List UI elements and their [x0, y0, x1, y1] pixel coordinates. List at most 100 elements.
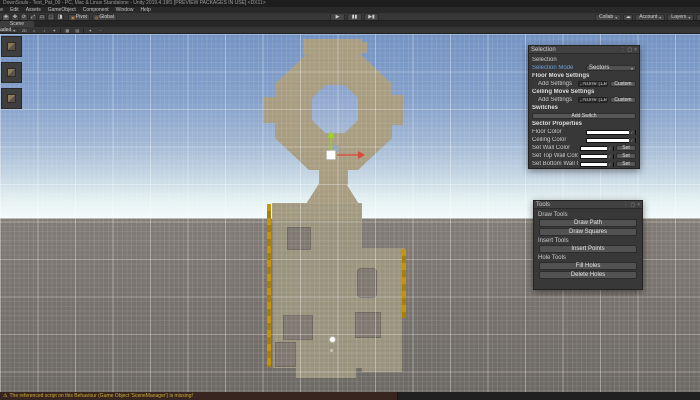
set-bottom-wall-color-button[interactable]: Set [616, 161, 636, 167]
map-structure-bottom-step[interactable] [296, 368, 356, 378]
selected-wall-left[interactable] [267, 204, 271, 367]
account-button[interactable]: Account ▾ [635, 13, 666, 20]
ceiling-custom-button[interactable]: Custom [610, 97, 636, 103]
map-structure-center-hole [312, 85, 358, 133]
bottom-wall-color-swatch[interactable]: ∕ [580, 161, 614, 167]
scene-viewport[interactable]: Selection ⋮ ▢ × Selection Selection Mode… [0, 34, 700, 392]
vertex-marker-dim[interactable] [330, 349, 333, 352]
global-toggle-button[interactable]: ◍ Global [91, 13, 117, 20]
ceiling-settings-object-value: None (Level Se [582, 97, 608, 103]
selection-panel-header[interactable]: Selection ⋮ ▢ × [529, 46, 639, 54]
scene-side-button-3[interactable] [1, 88, 22, 109]
selection-mode-dropdown[interactable]: Sectors ▾ [586, 65, 636, 71]
tools-panel-header[interactable]: Tools ⋮ ▢ × [534, 201, 642, 209]
top-wall-color-swatch[interactable]: ∕ [580, 153, 614, 159]
set-wall-color-button[interactable]: Set [616, 145, 636, 151]
layers-button[interactable]: Layers ▾ [667, 13, 695, 20]
selection-panel: Selection ⋮ ▢ × Selection Selection Mode… [528, 45, 640, 169]
gizmos-dropdown-icon[interactable]: ⌖ [86, 28, 94, 33]
floor-inset[interactable] [287, 227, 311, 250]
pause-button[interactable]: ▮▮ [347, 13, 362, 20]
draw-squares-button[interactable]: Draw Squares [539, 228, 637, 236]
insert-points-button[interactable]: Insert Points [539, 245, 637, 253]
floor-settings-object-field[interactable]: ▫ None (Level Se ◎ [578, 81, 608, 87]
eyedropper-icon[interactable]: ∕ [607, 145, 613, 151]
panel-maximize-icon[interactable]: ▢ [627, 47, 632, 53]
hidden-objects-icon[interactable]: ▦ [63, 28, 71, 33]
global-label: Global [99, 14, 114, 20]
panel-menu-icon[interactable]: ⋮ [620, 47, 625, 53]
status-bar[interactable]: ⚠ The referenced script on this Behaviou… [0, 392, 700, 400]
selection-mode-value: Sectors [589, 65, 610, 71]
set-bottom-wall-color-label: Set Bottom Wall Color [532, 161, 578, 167]
set-top-wall-color-button[interactable]: Set [616, 153, 636, 159]
selected-wall-right[interactable] [402, 249, 406, 318]
hand-tool-icon[interactable]: ✛ [2, 13, 10, 20]
eyedropper-icon[interactable]: ∕ [629, 137, 635, 143]
draw-path-button[interactable]: Draw Path [539, 219, 637, 227]
map-structure-right-tab[interactable] [390, 95, 403, 125]
panel-maximize-icon[interactable]: ▢ [630, 202, 635, 208]
floor-settings-object-value: None (Level Se [582, 81, 608, 87]
delete-holes-button[interactable]: Delete Holes [539, 271, 637, 279]
scene-side-button-2[interactable] [1, 62, 22, 83]
unity-editor-window: DownSouls - Test_Pat_09 - PC, Mac & Linu… [0, 0, 700, 400]
rotate-tool-icon[interactable]: ⟳ [20, 13, 28, 20]
transform-tool-icon[interactable]: ⬚ [47, 13, 55, 20]
gizmo-y-arrowhead[interactable] [327, 131, 335, 138]
floor-inset[interactable] [355, 312, 381, 338]
add-switch-button[interactable]: Add Switch [532, 113, 636, 119]
collab-label: Collab [599, 14, 614, 20]
eyedropper-icon[interactable]: ∕ [629, 129, 635, 135]
vertex-marker[interactable] [330, 337, 335, 342]
fill-holes-button[interactable]: Fill Holes [539, 262, 637, 270]
layout-button[interactable]: Layout ▾ [696, 13, 700, 20]
play-button[interactable]: ▶ [330, 13, 345, 20]
wall-color-swatch[interactable]: ∕ [580, 145, 614, 151]
step-button[interactable]: ▶▮ [364, 13, 379, 20]
panel-close-icon[interactable]: × [637, 202, 640, 208]
warning-icon: ⚠ [3, 393, 8, 399]
status-message[interactable]: ⚠ The referenced script on this Behaviou… [0, 392, 398, 400]
floor-inset[interactable] [357, 268, 377, 298]
floor-inset[interactable] [275, 342, 296, 367]
shading-mode-dropdown[interactable]: Shaded ▾ [0, 27, 19, 33]
divider [60, 27, 62, 33]
move-tool-icon[interactable]: ✥ [11, 13, 19, 20]
ceiling-settings-object-field[interactable]: ▫ None (Level Se ◎ [578, 97, 608, 103]
panel-menu-icon[interactable]: ⋮ [623, 202, 628, 208]
floor-color-swatch[interactable]: ∕ [586, 129, 636, 135]
scene-side-button-1[interactable] [1, 36, 22, 57]
chevron-down-icon: ▾ [659, 14, 662, 20]
selection-mode-label: Selection Mode [532, 65, 574, 71]
audio-toggle-icon[interactable]: ♪ [40, 28, 48, 33]
eyedropper-icon[interactable]: ∕ [607, 153, 613, 159]
gizmo-x-arrowhead[interactable] [358, 151, 365, 159]
floor-custom-button[interactable]: Custom [610, 81, 636, 87]
move-gizmo[interactable] [300, 128, 370, 168]
pivot-toggle-button[interactable]: ▣ Pivot [68, 13, 90, 20]
account-label: Account [639, 14, 658, 20]
map-structure-upper-slab[interactable] [272, 203, 362, 220]
map-structure-top-notch[interactable] [355, 42, 367, 53]
rect-tool-icon[interactable]: ▭ [38, 13, 46, 20]
floor-inset[interactable] [283, 315, 313, 340]
scale-tool-icon[interactable]: ⤢ [29, 13, 37, 20]
cloud-icon[interactable]: ☁ [623, 13, 634, 20]
chevron-down-icon: ▾ [688, 14, 691, 20]
texture-thumbnail-icon [7, 42, 16, 51]
overflow-menu-icon[interactable]: ⋯ [96, 28, 104, 33]
eyedropper-icon[interactable]: ∕ [607, 161, 613, 167]
custom-tool-icon[interactable]: ◨ [56, 13, 64, 20]
window-title: DownSouls - Test_Pat_09 - PC, Mac & Linu… [0, 0, 700, 7]
map-structure-left-tab[interactable] [263, 97, 277, 123]
lighting-toggle-icon[interactable]: ☼ [30, 28, 38, 33]
2d-toggle-icon[interactable]: 2D [20, 28, 28, 33]
collab-button[interactable]: Collab ▾ [595, 13, 622, 20]
selection-panel-title: Selection [531, 46, 556, 53]
gizmo-center-handle[interactable] [326, 150, 336, 160]
grid-toggle-icon[interactable]: ▤ [73, 28, 81, 33]
panel-close-icon[interactable]: × [634, 47, 637, 53]
effects-dropdown-icon[interactable]: ✦ [50, 28, 58, 33]
ceiling-color-swatch[interactable]: ∕ [586, 137, 636, 143]
